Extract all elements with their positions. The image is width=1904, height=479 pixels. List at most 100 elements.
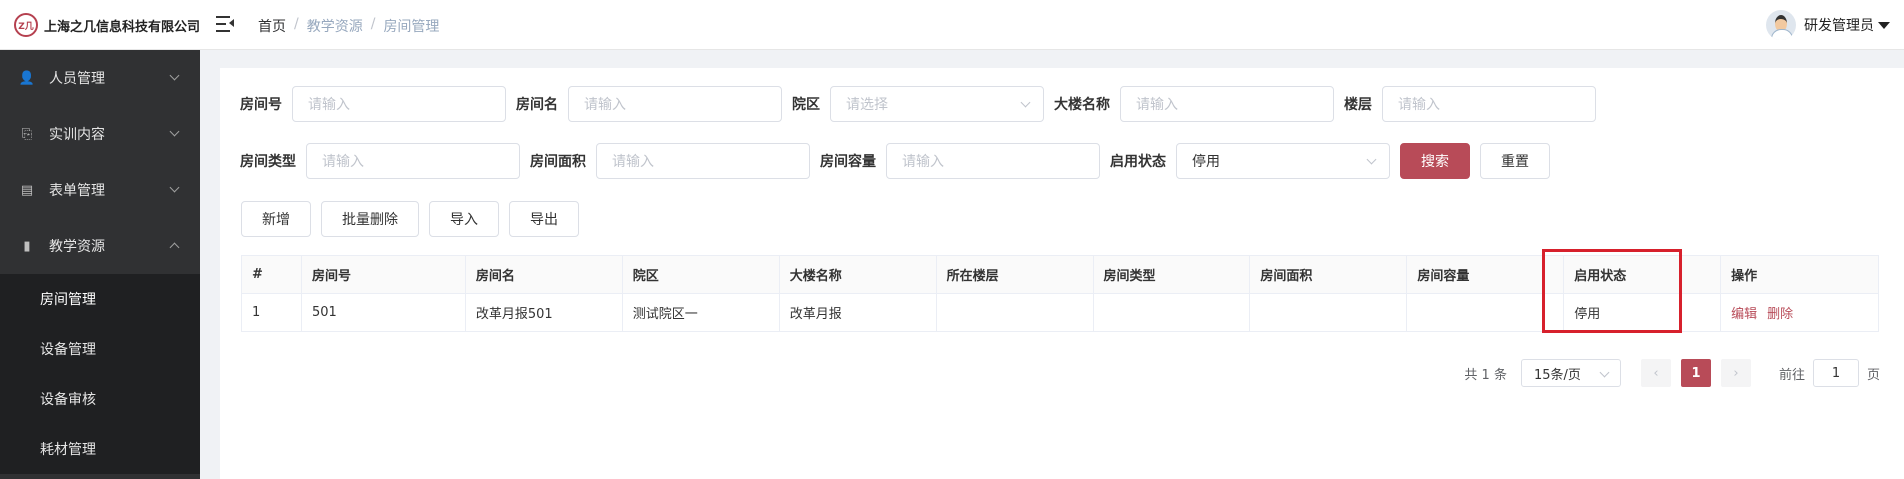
floor-input[interactable]: 请输入: [1382, 86, 1596, 122]
pagination: 共 1 条 15条/页 ‹ 1 › 前往 1 页: [1464, 359, 1880, 387]
campus-select-placeholder: 请选择: [846, 97, 888, 113]
cell-room-name: 改革月报501: [465, 294, 623, 332]
filter-row-1: 房间号 请输入 房间名 请输入 院区 请选择 大楼名称 请输入 楼层 请输入: [240, 86, 1596, 122]
status-select[interactable]: 停用: [1176, 143, 1390, 179]
cell-building: 改革月报: [779, 294, 937, 332]
submenu-teaching-resources: 房间管理 设备管理 设备审核 耗材管理: [0, 274, 200, 474]
breadcrumb-separator: /: [370, 16, 376, 32]
room-table: # 房间号 房间名 院区 大楼名称 所在楼层 房间类型 房间面积 房间容量 启用…: [241, 255, 1880, 332]
building-input[interactable]: 请输入: [1120, 86, 1334, 122]
delete-link[interactable]: 删除: [1767, 303, 1793, 322]
breadcrumb-room-management: 房间管理: [383, 19, 440, 35]
form-icon: ▤: [20, 182, 34, 198]
import-button[interactable]: 导入: [429, 201, 499, 237]
table-row: 1 501 改革月报501 测试院区一 改革月报 停用 编辑 删除: [242, 294, 1880, 332]
campus-select[interactable]: 请选择: [830, 86, 1044, 122]
person-icon: 👤: [18, 70, 36, 86]
sidebar-subitem-consumables[interactable]: 耗材管理: [0, 424, 200, 474]
room-type-input[interactable]: 请输入: [306, 143, 520, 179]
column-header-status: 启用状态: [1564, 256, 1722, 294]
next-page-button[interactable]: ›: [1720, 359, 1751, 387]
filter-row-2: 房间类型 请输入 房间面积 请输入 房间容量 请输入 启用状态 停用 搜索 重置: [240, 143, 1550, 179]
page-size-value: 15条/页: [1533, 367, 1581, 383]
goto-page-input[interactable]: 1: [1812, 359, 1859, 387]
campus-label: 院区: [792, 97, 820, 113]
room-no-label: 房间号: [240, 97, 282, 113]
room-name-label: 房间名: [516, 97, 558, 113]
export-button[interactable]: 导出: [509, 201, 579, 237]
cell-room-no: 501: [301, 294, 466, 332]
page-number-1[interactable]: 1: [1680, 359, 1711, 387]
column-header-campus: 院区: [622, 256, 780, 294]
goto-prefix: 前往: [1778, 367, 1805, 383]
cell-index: 1: [242, 294, 302, 332]
column-header-actions: 操作: [1721, 256, 1880, 294]
column-header-room-area: 房间面积: [1250, 256, 1408, 294]
sidebar-item-personnel[interactable]: 👤 人员管理: [0, 50, 200, 106]
sidebar-subitem-device-management[interactable]: 设备管理: [0, 324, 200, 374]
room-name-input[interactable]: 请输入: [568, 86, 782, 122]
breadcrumb-teaching-resources[interactable]: 教学资源: [307, 16, 363, 36]
chevron-down-icon: [169, 126, 180, 137]
room-type-label: 房间类型: [240, 154, 296, 170]
table-header-row: # 房间号 房间名 院区 大楼名称 所在楼层 房间类型 房间面积 房间容量 启用…: [242, 256, 1880, 294]
building-label: 大楼名称: [1054, 97, 1110, 113]
chevron-down-icon: [169, 182, 180, 193]
cell-floor: [936, 294, 1094, 332]
menu-toggle-icon[interactable]: [216, 16, 234, 32]
column-header-room-name: 房间名: [465, 256, 623, 294]
room-area-label: 房间面积: [530, 154, 586, 170]
cell-campus: 测试院区一: [622, 294, 780, 332]
company-name: 上海之几信息科技有限公司: [44, 19, 201, 35]
chevron-down-icon: [169, 70, 180, 81]
edit-link[interactable]: 编辑: [1731, 303, 1757, 322]
room-capacity-input[interactable]: 请输入: [886, 143, 1100, 179]
cell-status: 停用: [1564, 294, 1722, 332]
status-label: 启用状态: [1110, 154, 1166, 170]
status-select-value: 停用: [1192, 154, 1220, 170]
column-header-building: 大楼名称: [779, 256, 937, 294]
add-button[interactable]: 新增: [241, 201, 311, 237]
main-content: 房间号 请输入 房间名 请输入 院区 请选择 大楼名称 请输入 楼层 请输入 房…: [220, 68, 1904, 479]
page-size-select[interactable]: 15条/页: [1520, 359, 1621, 387]
top-header: Z几 上海之几信息科技有限公司 首页 / 教学资源 / 房间管理 研发管理员: [0, 0, 1904, 50]
search-button[interactable]: 搜索: [1400, 143, 1470, 179]
logo-mark: Z几: [14, 13, 38, 37]
sidebar-subitem-device-review[interactable]: 设备审核: [0, 374, 200, 424]
column-header-floor: 所在楼层: [936, 256, 1094, 294]
pagination-total: 共 1 条: [1464, 367, 1507, 383]
reset-button[interactable]: 重置: [1480, 143, 1550, 179]
column-header-index: #: [242, 256, 302, 294]
logo: Z几 上海之几信息科技有限公司: [14, 13, 200, 37]
breadcrumb-separator: /: [294, 16, 299, 32]
breadcrumb-home[interactable]: 首页: [258, 16, 286, 36]
sidebar: 👤 人员管理 ⎘ 实训内容 ▤ 表单管理 ▮ 教学资源 房间管理 设备管理 设备…: [0, 50, 200, 479]
chevron-down-icon: [1366, 154, 1377, 165]
prev-page-button[interactable]: ‹: [1640, 359, 1671, 387]
floor-label: 楼层: [1344, 97, 1372, 113]
room-no-input[interactable]: 请输入: [292, 86, 506, 122]
chevron-up-icon: [169, 242, 180, 253]
sidebar-item-training-content[interactable]: ⎘ 实训内容: [0, 106, 200, 162]
sidebar-item-form-management[interactable]: ▤ 表单管理: [0, 162, 200, 218]
user-name[interactable]: 研发管理员: [1804, 15, 1874, 35]
column-header-room-type: 房间类型: [1093, 256, 1251, 294]
room-area-input[interactable]: 请输入: [596, 143, 810, 179]
chevron-down-icon: [1599, 367, 1610, 378]
column-header-room-no: 房间号: [301, 256, 466, 294]
sidebar-item-label: 人员管理: [49, 71, 105, 87]
sidebar-subitem-room-management[interactable]: 房间管理: [0, 274, 200, 324]
room-capacity-label: 房间容量: [820, 154, 876, 170]
cell-actions: 编辑 删除: [1721, 294, 1880, 332]
avatar[interactable]: [1766, 10, 1796, 40]
sidebar-item-teaching-resources[interactable]: ▮ 教学资源: [0, 218, 200, 274]
caret-down-icon[interactable]: [1878, 21, 1890, 29]
cell-room-type: [1093, 294, 1251, 332]
goto-suffix: 页: [1866, 367, 1880, 383]
sidebar-item-label: 教学资源: [49, 239, 105, 255]
user-menu[interactable]: 研发管理员: [1766, 10, 1890, 40]
sidebar-item-label: 实训内容: [49, 127, 105, 143]
batch-delete-button[interactable]: 批量删除: [321, 201, 419, 237]
sidebar-item-label: 表单管理: [49, 183, 105, 199]
content-icon: ⎘: [21, 126, 33, 142]
